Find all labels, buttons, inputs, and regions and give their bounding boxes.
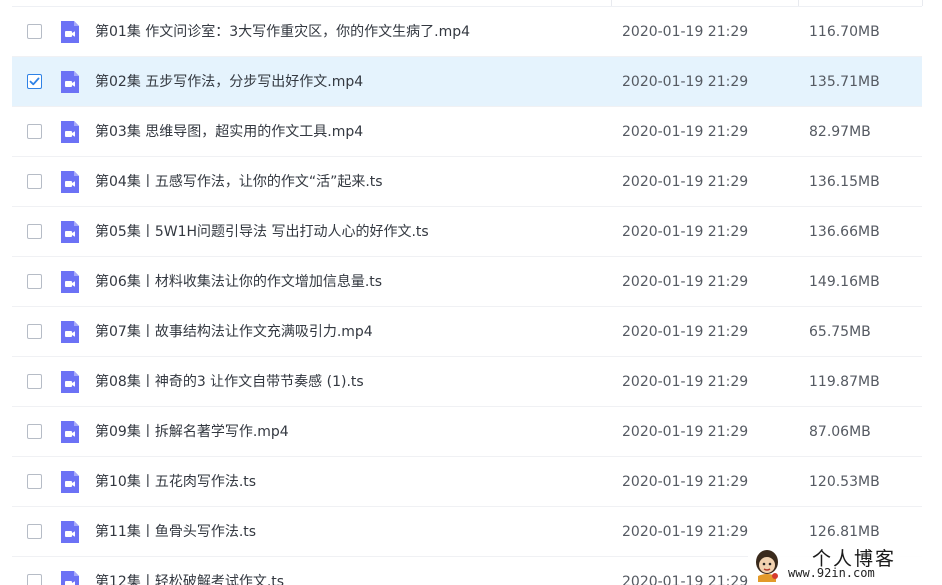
file-checkbox[interactable] bbox=[27, 174, 42, 189]
file-modified-date: 2020-01-19 21:29 bbox=[622, 74, 749, 90]
file-name[interactable]: 第11集丨鱼骨头写作法.ts bbox=[95, 507, 256, 557]
file-checkbox[interactable] bbox=[27, 374, 42, 389]
video-file-icon bbox=[61, 71, 79, 93]
file-size: 119.87MB bbox=[809, 374, 880, 390]
file-name[interactable]: 第07集丨故事结构法让作文充满吸引力.mp4 bbox=[95, 307, 373, 357]
video-file-icon bbox=[61, 221, 79, 243]
file-size: 136.15MB bbox=[809, 174, 880, 190]
file-checkbox[interactable] bbox=[27, 424, 42, 439]
file-row[interactable]: 第07集丨故事结构法让作文充满吸引力.mp4 2020-01-19 21:29 65… bbox=[12, 307, 922, 357]
file-size: 120.53MB bbox=[809, 474, 880, 490]
file-modified-date: 2020-01-19 21:29 bbox=[622, 524, 749, 540]
file-row[interactable]: 第01集 作文问诊室：3大写作重灾区，你的作文生病了.mp4 2020-01-19… bbox=[12, 7, 922, 57]
column-divider-size bbox=[798, 0, 799, 6]
file-row[interactable]: 第03集 思维导图，超实用的作文工具.mp4 2020-01-19 21:29 82… bbox=[12, 107, 922, 157]
file-name[interactable]: 第12集丨轻松破解考试作文.ts bbox=[95, 557, 284, 585]
file-size: 136.66MB bbox=[809, 224, 880, 240]
file-name[interactable]: 第09集丨拆解名著学写作.mp4 bbox=[95, 407, 289, 457]
file-modified-date: 2020-01-19 21:29 bbox=[622, 574, 749, 585]
video-file-icon bbox=[61, 171, 79, 193]
file-modified-date: 2020-01-19 21:29 bbox=[622, 24, 749, 40]
file-modified-date: 2020-01-19 21:29 bbox=[622, 374, 749, 390]
file-size: 135.71MB bbox=[809, 74, 880, 90]
file-name[interactable]: 第01集 作文问诊室：3大写作重灾区，你的作文生病了.mp4 bbox=[95, 7, 470, 57]
file-name[interactable]: 第08集丨神奇的3 让作文自带节奏感 (1).ts bbox=[95, 357, 364, 407]
video-file-icon bbox=[61, 471, 79, 493]
video-file-icon bbox=[61, 371, 79, 393]
file-row[interactable]: 第06集丨材料收集法让你的作文增加信息量.ts 2020-01-19 21:29 1… bbox=[12, 257, 922, 307]
file-size: 82.97MB bbox=[809, 124, 871, 140]
file-modified-date: 2020-01-19 21:29 bbox=[622, 274, 749, 290]
file-name[interactable]: 第05集丨5W1H问题引导法 写出打动人心的好作文.ts bbox=[95, 207, 429, 257]
file-row[interactable]: 第08集丨神奇的3 让作文自带节奏感 (1).ts 2020-01-19 21:2… bbox=[12, 357, 922, 407]
file-checkbox[interactable] bbox=[27, 74, 42, 89]
file-modified-date: 2020-01-19 21:29 bbox=[622, 174, 749, 190]
file-name[interactable]: 第10集丨五花肉写作法.ts bbox=[95, 457, 256, 507]
file-checkbox[interactable] bbox=[27, 24, 42, 39]
file-modified-date: 2020-01-19 21:29 bbox=[622, 424, 749, 440]
file-size: 65.75MB bbox=[809, 324, 871, 340]
file-modified-date: 2020-01-19 21:29 bbox=[622, 124, 749, 140]
video-file-icon bbox=[61, 521, 79, 543]
file-modified-date: 2020-01-19 21:29 bbox=[622, 324, 749, 340]
video-file-icon bbox=[61, 121, 79, 143]
video-file-icon bbox=[61, 271, 79, 293]
file-modified-date: 2020-01-19 21:29 bbox=[622, 224, 749, 240]
file-size: 116.70MB bbox=[809, 24, 880, 40]
blogger-avatar-icon bbox=[756, 550, 778, 582]
watermark: 个人博客 www.92in.com bbox=[748, 544, 942, 585]
video-file-icon bbox=[61, 421, 79, 443]
file-checkbox[interactable] bbox=[27, 324, 42, 339]
file-size: 87.06MB bbox=[809, 424, 871, 440]
file-checkbox[interactable] bbox=[27, 524, 42, 539]
watermark-url: www.92in.com bbox=[788, 566, 875, 580]
checkmark-icon bbox=[29, 77, 40, 86]
file-checkbox[interactable] bbox=[27, 274, 42, 289]
file-list-window: 第01集 作文问诊室：3大写作重灾区，你的作文生病了.mp4 2020-01-19… bbox=[0, 0, 942, 585]
column-divider-end bbox=[922, 0, 923, 6]
file-name[interactable]: 第03集 思维导图，超实用的作文工具.mp4 bbox=[95, 107, 363, 157]
file-modified-date: 2020-01-19 21:29 bbox=[622, 474, 749, 490]
video-file-icon bbox=[61, 321, 79, 343]
video-file-icon bbox=[61, 21, 79, 43]
file-name[interactable]: 第04集丨五感写作法，让你的作文“活”起来.ts bbox=[95, 157, 383, 207]
file-row[interactable]: 第10集丨五花肉写作法.ts 2020-01-19 21:29 120.53MB bbox=[12, 457, 922, 507]
file-row[interactable]: 第09集丨拆解名著学写作.mp4 2020-01-19 21:29 87.06MB bbox=[12, 407, 922, 457]
file-name[interactable]: 第06集丨材料收集法让你的作文增加信息量.ts bbox=[95, 257, 382, 307]
file-checkbox[interactable] bbox=[27, 474, 42, 489]
file-row[interactable]: 第02集 五步写作法，分步写出好作文.mp4 2020-01-19 21:29 13… bbox=[12, 57, 922, 107]
column-divider-date bbox=[611, 0, 612, 6]
file-row[interactable]: 第04集丨五感写作法，让你的作文“活”起来.ts 2020-01-19 21:29… bbox=[12, 157, 922, 207]
file-name[interactable]: 第02集 五步写作法，分步写出好作文.mp4 bbox=[95, 57, 363, 107]
file-size: 149.16MB bbox=[809, 274, 880, 290]
file-checkbox[interactable] bbox=[27, 124, 42, 139]
file-checkbox[interactable] bbox=[27, 224, 42, 239]
list-header-edge bbox=[12, 0, 922, 7]
file-checkbox[interactable] bbox=[27, 574, 42, 585]
file-row[interactable]: 第05集丨5W1H问题引导法 写出打动人心的好作文.ts 2020-01-19 2… bbox=[12, 207, 922, 257]
video-file-icon bbox=[61, 571, 79, 585]
file-list: 第01集 作文问诊室：3大写作重灾区，你的作文生病了.mp4 2020-01-19… bbox=[12, 7, 922, 585]
